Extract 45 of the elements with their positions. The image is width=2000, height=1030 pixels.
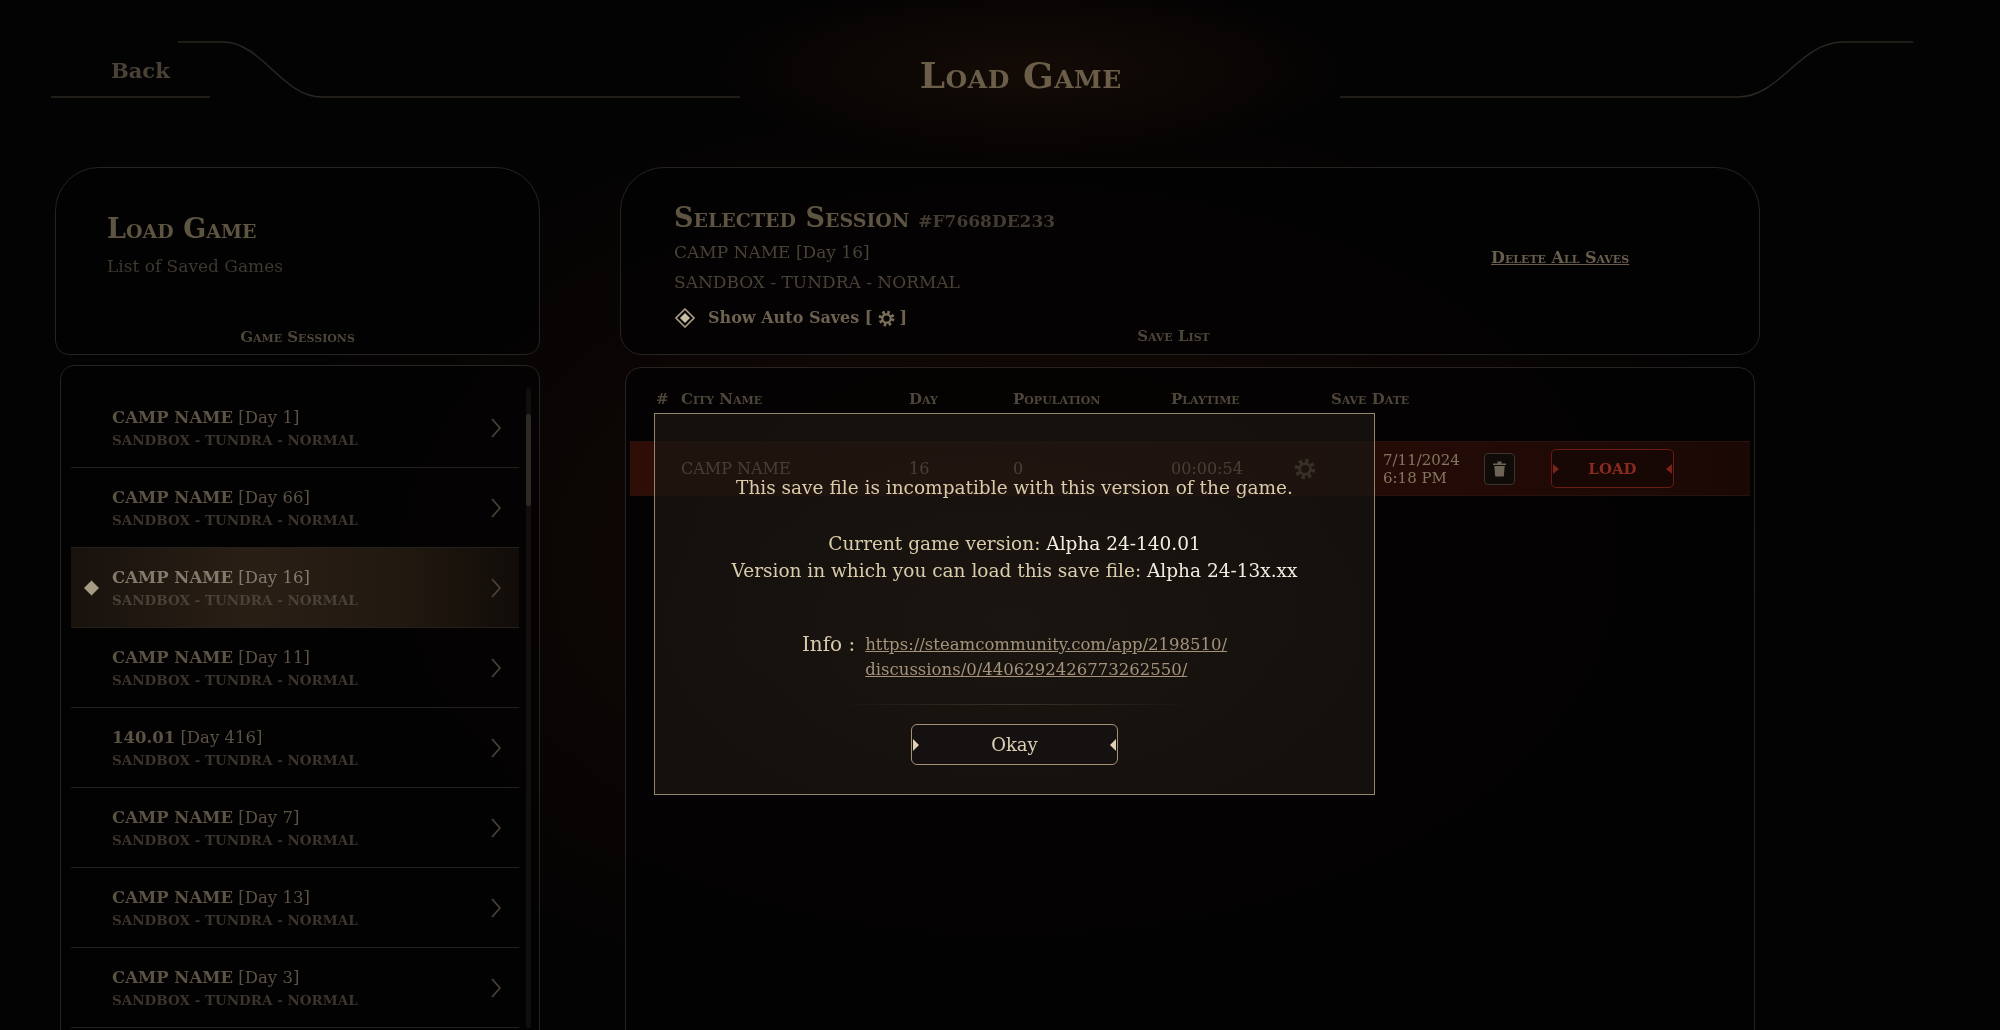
back-button[interactable]: Back [111, 57, 170, 85]
session-item[interactable]: CAMP NAME [Day 1] SANDBOX - TUNDRA - NORMAL [71, 388, 519, 468]
page-title: Load Game [919, 53, 1122, 97]
chevron-right-icon [491, 417, 501, 438]
version-line: Version in which you can load this save file: Alpha 24-13x.xx [731, 559, 1298, 583]
version-line: Current game version: Alpha 24-140.01 [827, 532, 1202, 556]
auto-saves-checkbox[interactable] [675, 308, 695, 328]
auto-saves-label[interactable]: Show Auto Saves [ ] [708, 307, 907, 329]
chevron-right-icon [491, 817, 501, 838]
trash-icon [1493, 460, 1506, 477]
diamond-icon [83, 578, 100, 597]
panel-title: Load Game [107, 212, 257, 246]
chevron-right-icon [491, 897, 501, 918]
table-cell: 7/11/2024 6:18 PM [1383, 450, 1460, 487]
session-item[interactable]: CAMP NAME [Day 3] SANDBOX - TUNDRA - NORMAL [71, 948, 519, 1028]
section-label: Game Sessions [240, 327, 355, 347]
column-header: Save Date [1331, 389, 1410, 409]
session-item[interactable]: CAMP NAME [Day 11] SANDBOX - TUNDRA - NORMAL [71, 628, 519, 708]
session-title: Selected Session [674, 201, 910, 235]
scrollbar-thumb[interactable] [526, 414, 531, 506]
chevron-right-icon [491, 497, 501, 518]
info-link[interactable]: https://steamcommunity.com/app/2198510/ discussions/0/4406292426773262550/ [865, 632, 1228, 682]
session-item[interactable]: CAMP NAME [Day 7] SANDBOX - TUNDRA - NORMAL [71, 788, 519, 868]
chevron-right-icon [491, 657, 501, 678]
session-camp: CAMP NAME [Day 16] [674, 241, 870, 264]
okay-button[interactable]: Okay [911, 724, 1118, 765]
chevron-right-icon [491, 977, 501, 998]
load-button[interactable]: LOAD [1551, 449, 1674, 488]
session-mode: SANDBOX - TUNDRA - NORMAL [674, 271, 960, 294]
chevron-right-icon [491, 737, 501, 758]
session-id: #F7668DE233 [918, 210, 1056, 232]
delete-all-saves-link[interactable]: Delete All Saves [1491, 247, 1630, 269]
delete-save-button[interactable] [1484, 452, 1515, 485]
column-header: Population [1013, 389, 1101, 409]
column-header: # [656, 389, 669, 409]
session-item[interactable]: 140.01 [Day 416] SANDBOX - TUNDRA - NORMAL [71, 708, 519, 788]
session-item[interactable]: CAMP NAME [Day 13] SANDBOX - TUNDRA - NORMAL [71, 868, 519, 948]
gear-icon [878, 309, 896, 327]
column-header: Day [909, 389, 938, 409]
column-header: City Name [681, 389, 763, 409]
section-label: Save List [1137, 326, 1210, 346]
panel-subtitle: List of Saved Games [107, 255, 283, 278]
column-header: Playtime [1171, 389, 1240, 409]
chevron-right-icon [491, 577, 501, 598]
info-label: Info : [801, 632, 856, 657]
